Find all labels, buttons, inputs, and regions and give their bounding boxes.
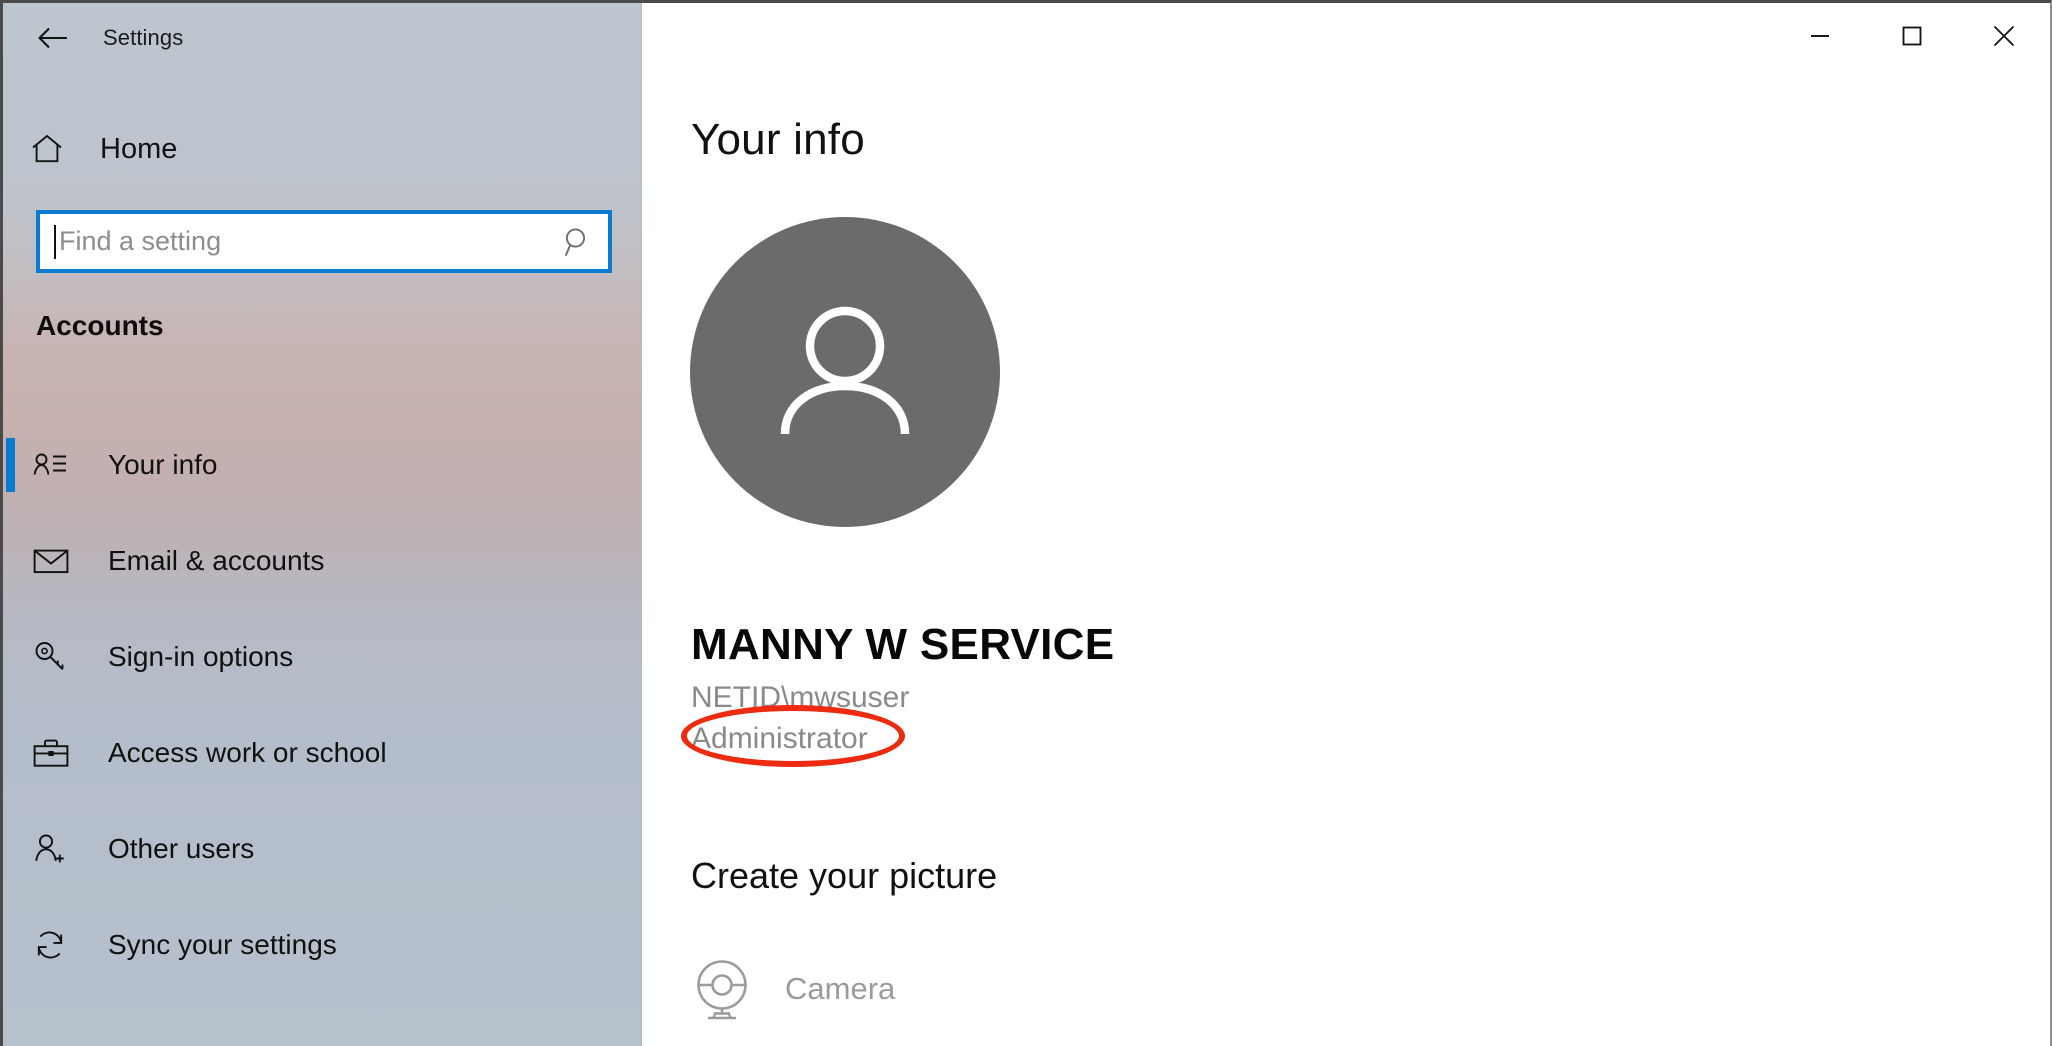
sync-icon	[33, 928, 85, 962]
back-arrow-icon	[38, 27, 67, 49]
sidebar-item-label: Sign-in options	[108, 641, 294, 672]
sidebar-item-email-accounts[interactable]: Email & accounts	[3, 513, 642, 609]
sidebar-item-other-users[interactable]: Other users	[3, 801, 642, 897]
person-avatar-icon	[780, 306, 910, 435]
window-controls	[1774, 3, 2050, 69]
back-button[interactable]	[23, 7, 85, 69]
minimize-button[interactable]	[1774, 3, 1866, 69]
search-box[interactable]	[36, 210, 612, 273]
account-type: Administrator	[691, 722, 868, 755]
settings-window: Settings Home Find a setting Accounts Yo…	[0, 0, 2052, 1046]
person-add-icon	[33, 832, 85, 866]
minimize-icon	[1811, 35, 1829, 37]
selection-indicator	[6, 438, 15, 492]
sidebar-item-sync-your-settings[interactable]: Sync your settings	[3, 897, 642, 993]
sidebar-item-label: Other users	[108, 833, 255, 864]
sidebar: Settings Home Find a setting Accounts Yo…	[3, 3, 642, 1046]
sidebar-item-label: Your info	[108, 449, 218, 480]
sidebar-nav: Your info Email & accounts Sign-in optio…	[3, 417, 642, 993]
camera-label: Camera	[785, 971, 896, 1006]
close-button[interactable]	[1958, 3, 2050, 69]
titlebar: Settings	[3, 3, 642, 73]
search-icon[interactable]	[548, 225, 608, 259]
sidebar-item-home-label: Home	[100, 132, 178, 165]
sidebar-item-home[interactable]: Home	[3, 119, 642, 179]
sidebar-item-access-work-school[interactable]: Access work or school	[3, 705, 642, 801]
app-title: Settings	[103, 25, 184, 50]
sidebar-item-label: Access work or school	[108, 737, 387, 768]
contact-card-icon	[33, 450, 85, 480]
camera-option[interactable]: Camera	[691, 958, 895, 1020]
page-title: Your info	[691, 115, 865, 164]
maximize-button[interactable]	[1866, 3, 1958, 69]
subsection-title: Create your picture	[691, 855, 998, 896]
briefcase-icon	[33, 738, 85, 768]
content-pane: Your info MANNY W SERVICE NETID\mwsuser …	[643, 3, 2050, 1046]
key-icon	[33, 640, 85, 674]
account-id: NETID\mwsuser	[691, 681, 910, 714]
search-input[interactable]	[59, 226, 548, 257]
sidebar-item-label: Email & accounts	[108, 545, 325, 576]
sidebar-item-label: Sync your settings	[108, 929, 337, 960]
sidebar-item-sign-in-options[interactable]: Sign-in options	[3, 609, 642, 705]
account-display-name: MANNY W SERVICE	[691, 620, 1115, 669]
sidebar-section-header: Accounts	[36, 310, 164, 341]
close-icon	[1993, 25, 2015, 47]
home-icon	[30, 132, 80, 166]
text-caret	[54, 224, 56, 259]
avatar	[690, 217, 1000, 527]
sidebar-item-your-info[interactable]: Your info	[3, 417, 642, 513]
envelope-icon	[33, 547, 85, 575]
maximize-icon	[1902, 26, 1922, 46]
webcam-icon	[697, 960, 747, 1020]
